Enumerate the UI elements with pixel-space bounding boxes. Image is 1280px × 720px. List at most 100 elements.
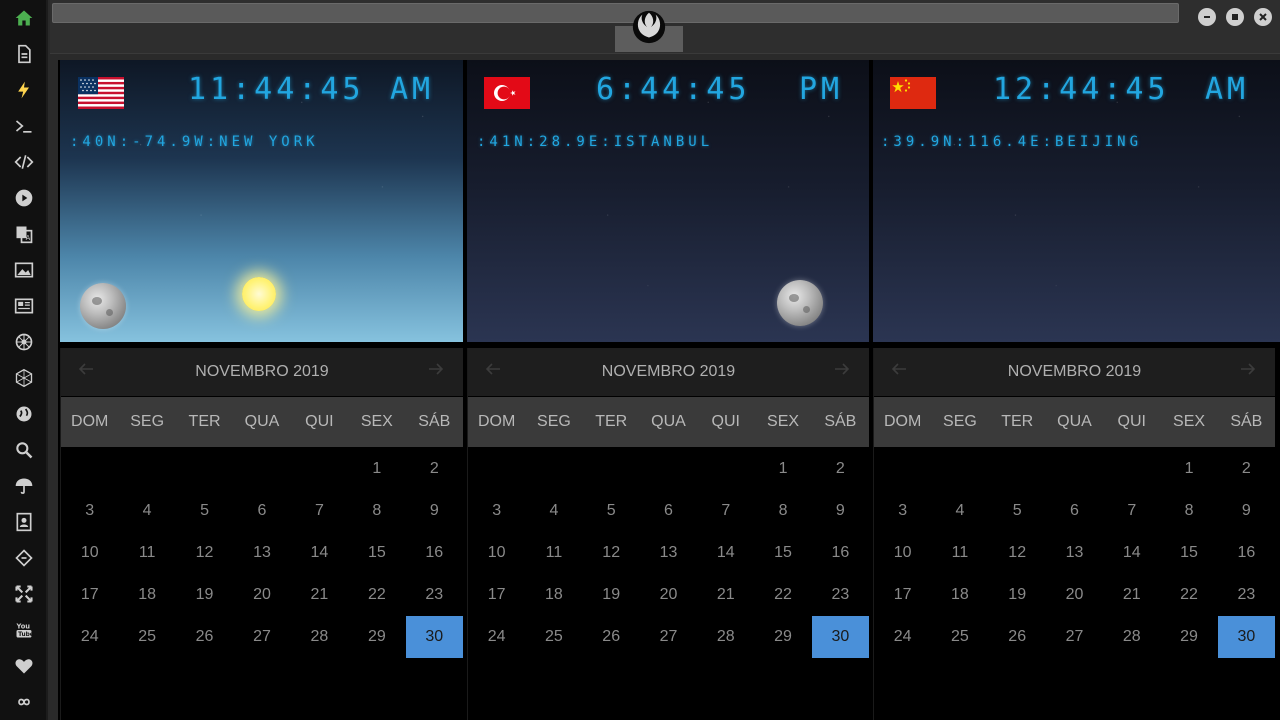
day-cell[interactable]: 8 [1160, 490, 1217, 532]
day-cell[interactable]: 17 [61, 574, 118, 616]
day-cell[interactable]: 6 [640, 490, 697, 532]
diamond-code-icon[interactable] [12, 546, 36, 570]
day-cell[interactable]: 20 [233, 574, 290, 616]
day-cell[interactable]: 29 [754, 616, 811, 658]
hexagon-icon[interactable] [12, 366, 36, 390]
day-cell[interactable]: 10 [874, 532, 931, 574]
day-cell[interactable]: 6 [1046, 490, 1103, 532]
day-cell[interactable]: 4 [525, 490, 582, 532]
lightning-icon[interactable] [12, 78, 36, 102]
prev-month-arrow-icon[interactable] [890, 360, 914, 384]
day-cell[interactable]: 20 [1046, 574, 1103, 616]
day-cell[interactable]: 20 [640, 574, 697, 616]
globe-icon[interactable] [12, 402, 36, 426]
day-cell[interactable]: 24 [468, 616, 525, 658]
day-cell[interactable]: 2 [1218, 448, 1275, 490]
day-cell[interactable]: 27 [1046, 616, 1103, 658]
day-cell[interactable]: 21 [1103, 574, 1160, 616]
day-cell[interactable]: 26 [176, 616, 233, 658]
day-cell[interactable]: 10 [468, 532, 525, 574]
day-cell[interactable]: 25 [931, 616, 988, 658]
day-cell[interactable]: 11 [118, 532, 175, 574]
contacts-icon[interactable] [12, 510, 36, 534]
day-cell[interactable]: 13 [640, 532, 697, 574]
day-cell[interactable]: 23 [1218, 574, 1275, 616]
expand-icon[interactable] [12, 582, 36, 606]
day-cell[interactable]: 28 [291, 616, 348, 658]
day-cell[interactable]: 4 [931, 490, 988, 532]
day-cell[interactable]: 2 [812, 448, 869, 490]
day-cell[interactable]: 8 [348, 490, 405, 532]
search-icon[interactable] [12, 438, 36, 462]
day-cell[interactable]: 13 [1046, 532, 1103, 574]
day-cell[interactable]: 25 [525, 616, 582, 658]
empire-icon[interactable] [12, 330, 36, 354]
day-cell[interactable]: 9 [406, 490, 463, 532]
day-cell[interactable]: 5 [176, 490, 233, 532]
day-cell[interactable]: 15 [1160, 532, 1217, 574]
youtube-icon[interactable]: You Tube [12, 618, 36, 642]
day-cell[interactable]: 3 [61, 490, 118, 532]
day-cell[interactable]: 23 [812, 574, 869, 616]
heart-icon[interactable] [12, 654, 36, 678]
day-cell[interactable]: 2 [406, 448, 463, 490]
day-cell[interactable]: 12 [583, 532, 640, 574]
day-cell[interactable]: 28 [697, 616, 754, 658]
day-cell[interactable]: 3 [874, 490, 931, 532]
day-cell[interactable]: 16 [406, 532, 463, 574]
day-cell[interactable]: 21 [291, 574, 348, 616]
newspaper-icon[interactable] [12, 294, 36, 318]
day-cell[interactable]: 12 [989, 532, 1046, 574]
day-cell[interactable]: 22 [348, 574, 405, 616]
next-month-arrow-icon[interactable] [833, 360, 857, 384]
day-cell[interactable]: 7 [697, 490, 754, 532]
day-cell[interactable]: 10 [61, 532, 118, 574]
day-cell[interactable]: 8 [754, 490, 811, 532]
prev-month-arrow-icon[interactable] [77, 360, 101, 384]
day-cell[interactable]: 5 [989, 490, 1046, 532]
day-cell[interactable]: 27 [640, 616, 697, 658]
document-icon[interactable] [12, 42, 36, 66]
day-cell[interactable]: 3 [468, 490, 525, 532]
day-cell[interactable]: 27 [233, 616, 290, 658]
day-cell[interactable]: 18 [525, 574, 582, 616]
minimize-button[interactable] [1198, 8, 1216, 26]
maximize-button[interactable] [1226, 8, 1244, 26]
day-cell[interactable]: 4 [118, 490, 175, 532]
close-button[interactable] [1254, 8, 1272, 26]
selected-day-cell[interactable]: 30 [811, 616, 869, 658]
day-cell[interactable]: 24 [61, 616, 118, 658]
day-cell[interactable]: 22 [754, 574, 811, 616]
day-cell[interactable]: 24 [874, 616, 931, 658]
day-cell[interactable]: 14 [291, 532, 348, 574]
day-cell[interactable]: 19 [989, 574, 1046, 616]
day-cell[interactable]: 19 [583, 574, 640, 616]
home-icon[interactable] [12, 6, 36, 30]
day-cell[interactable]: 15 [348, 532, 405, 574]
day-cell[interactable]: 19 [176, 574, 233, 616]
day-cell[interactable]: 16 [812, 532, 869, 574]
day-cell[interactable]: 29 [1160, 616, 1217, 658]
translate-icon[interactable]: A [12, 222, 36, 246]
day-cell[interactable]: 1 [754, 448, 811, 490]
day-cell[interactable]: 1 [1160, 448, 1217, 490]
address-bar[interactable] [52, 3, 1179, 23]
next-month-arrow-icon[interactable] [1239, 360, 1263, 384]
day-cell[interactable]: 7 [1103, 490, 1160, 532]
day-cell[interactable]: 12 [176, 532, 233, 574]
terminal-icon[interactable] [12, 114, 36, 138]
day-cell[interactable]: 15 [754, 532, 811, 574]
umbrella-icon[interactable] [12, 474, 36, 498]
day-cell[interactable]: 21 [697, 574, 754, 616]
day-cell[interactable]: 18 [931, 574, 988, 616]
selected-day-cell[interactable]: 30 [1217, 616, 1275, 658]
day-cell[interactable]: 11 [525, 532, 582, 574]
image-icon[interactable] [12, 258, 36, 282]
day-cell[interactable]: 14 [697, 532, 754, 574]
next-month-arrow-icon[interactable] [427, 360, 451, 384]
selected-day-cell[interactable]: 30 [405, 616, 463, 658]
play-icon[interactable] [12, 186, 36, 210]
day-cell[interactable]: 28 [1103, 616, 1160, 658]
day-cell[interactable]: 1 [348, 448, 405, 490]
day-cell[interactable]: 9 [1218, 490, 1275, 532]
